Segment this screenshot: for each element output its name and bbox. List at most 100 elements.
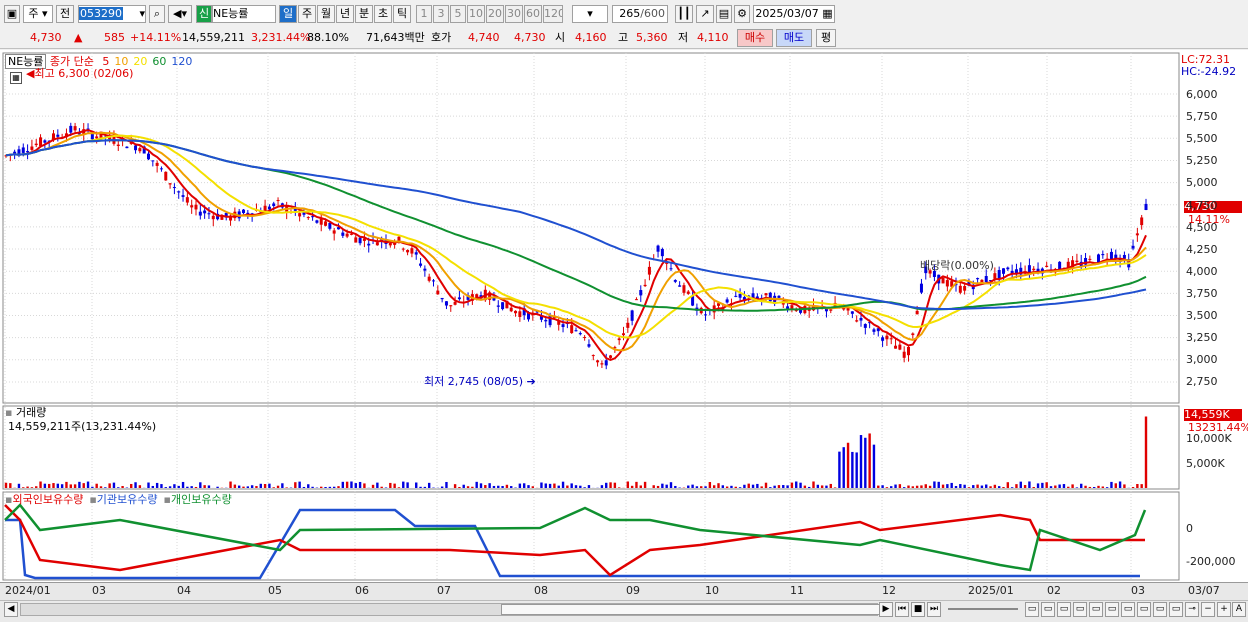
volume-bar [838, 452, 840, 488]
layout5-icon[interactable]: ▭ [1089, 602, 1103, 617]
interval-button-5[interactable]: 30 [505, 5, 523, 23]
layout6-icon[interactable]: ▭ [1105, 602, 1119, 617]
save-icon[interactable]: ▤ [716, 5, 732, 23]
window-icon[interactable]: ▣ [4, 5, 20, 23]
layout2-icon[interactable]: ▭ [1041, 602, 1055, 617]
draw-icon[interactable]: ↗ [696, 5, 714, 23]
volume-bar [454, 484, 456, 488]
price-candle [13, 152, 16, 154]
volume-bar [1007, 482, 1009, 488]
grid-icon[interactable]: ▦ [10, 72, 22, 84]
chart-area[interactable]: NE능률 종가 단순 5102060120 ◀최고 6,300 (02/06) … [0, 50, 1248, 621]
price-candle [69, 126, 72, 133]
zoom-out-icon[interactable]: ⊸ [1185, 602, 1199, 617]
interval-dropdown[interactable]: ▾ [572, 5, 608, 23]
volume-bar [294, 482, 296, 488]
speaker-icon[interactable]: ◀▾ [168, 5, 192, 23]
volume-bar [968, 487, 970, 488]
price-candle [156, 163, 159, 166]
stock-name-field[interactable]: NE능률 [212, 5, 276, 23]
volume-bar [665, 485, 667, 488]
volume-bar [480, 483, 482, 488]
volume-bar [329, 487, 331, 488]
volume-bar [1058, 485, 1060, 488]
price-candle [177, 191, 180, 192]
holding-y-tick: -200,000 [1186, 555, 1235, 568]
interval-button-3[interactable]: 10 [467, 5, 485, 23]
volume-bar [48, 484, 50, 488]
volume-bar [644, 482, 646, 488]
volume-bar [795, 481, 797, 488]
period-tab-5[interactable]: 초 [374, 5, 392, 23]
volume-bar [277, 486, 279, 488]
stock-code-input[interactable]: 053290▾ [78, 5, 146, 23]
interval-button-2[interactable]: 5 [450, 5, 466, 23]
scroll-right-button[interactable]: ▶ [879, 602, 893, 617]
font-icon[interactable]: A [1232, 602, 1246, 617]
candle-icon[interactable]: ┃┃ [675, 5, 693, 23]
gear-icon[interactable]: ⚙ [734, 5, 750, 23]
volume-bar [393, 484, 395, 488]
layout-icon[interactable]: ▭ [1025, 602, 1039, 617]
count-field[interactable]: 265/600 [612, 5, 668, 23]
scroll-thumb[interactable] [501, 604, 881, 615]
layout7-icon[interactable]: ▭ [1121, 602, 1135, 617]
interval-button-7[interactable]: 120 [543, 5, 563, 23]
period-tab-4[interactable]: 분 [355, 5, 373, 23]
price-candle [1006, 268, 1009, 270]
volume-bar [929, 486, 931, 488]
search-icon[interactable]: ⌕ [149, 5, 165, 23]
volume-bar [398, 487, 400, 488]
date-field[interactable]: 2025/03/07 ▦ [753, 5, 835, 23]
interval-button-4[interactable]: 20 [486, 5, 504, 23]
price-candle [1045, 266, 1048, 267]
volume-bar [860, 435, 862, 488]
price-candle [622, 333, 625, 335]
price-candle [1145, 204, 1148, 210]
prev-button[interactable]: 전 [56, 5, 74, 23]
period-select[interactable]: 주 ▾ [23, 5, 53, 23]
price-candle [1097, 254, 1100, 262]
stop-button[interactable]: ■ [911, 602, 925, 617]
volume-bar [273, 487, 275, 488]
sell-button[interactable]: 매도 [776, 29, 812, 47]
period-tab-3[interactable]: 년 [336, 5, 354, 23]
volume-bar [549, 484, 551, 488]
holding-y-tick: 0 [1186, 522, 1193, 535]
layout4-icon[interactable]: ▭ [1073, 602, 1087, 617]
high-mark: ◀최고 6,300 (02/06) [26, 65, 133, 81]
volume-bar [1132, 487, 1134, 488]
last-button[interactable]: ⏭ [927, 602, 941, 617]
layout9-icon[interactable]: ▭ [1153, 602, 1167, 617]
volume-bar [566, 486, 568, 488]
price-candle [1123, 255, 1126, 259]
period-tab-2[interactable]: 월 [317, 5, 335, 23]
price-candle [95, 136, 98, 138]
period-tab-6[interactable]: 틱 [393, 5, 411, 23]
interval-button-1[interactable]: 3 [433, 5, 449, 23]
minus-icon[interactable]: − [1201, 602, 1215, 617]
hoga-bid: 4,730 [514, 30, 546, 46]
layout10-icon[interactable]: ▭ [1169, 602, 1183, 617]
layout3-icon[interactable]: ▭ [1057, 602, 1071, 617]
price-candle [942, 278, 945, 283]
volume-bar [791, 483, 793, 488]
layout8-icon[interactable]: ▭ [1137, 602, 1151, 617]
buy-button[interactable]: 매수 [737, 29, 773, 47]
first-button[interactable]: ⏮ [895, 602, 909, 617]
scroll-left-button[interactable]: ◀ [4, 602, 18, 617]
price-candle [125, 147, 128, 148]
plus-icon[interactable]: + [1217, 602, 1231, 617]
period-tab-0[interactable]: 일 [279, 5, 297, 23]
price-candle [169, 183, 172, 184]
interval-button-6[interactable]: 60 [524, 5, 542, 23]
period-tab-1[interactable]: 주 [298, 5, 316, 23]
volume-bar [1076, 487, 1078, 488]
low-label: 저 [678, 30, 688, 46]
eval-button[interactable]: 평 [816, 29, 836, 47]
interval-button-0[interactable]: 1 [416, 5, 432, 23]
volume-bar [691, 485, 693, 488]
zoom-slider[interactable] [948, 608, 1018, 610]
price-candle [389, 243, 392, 245]
scroll-track[interactable] [20, 603, 878, 616]
